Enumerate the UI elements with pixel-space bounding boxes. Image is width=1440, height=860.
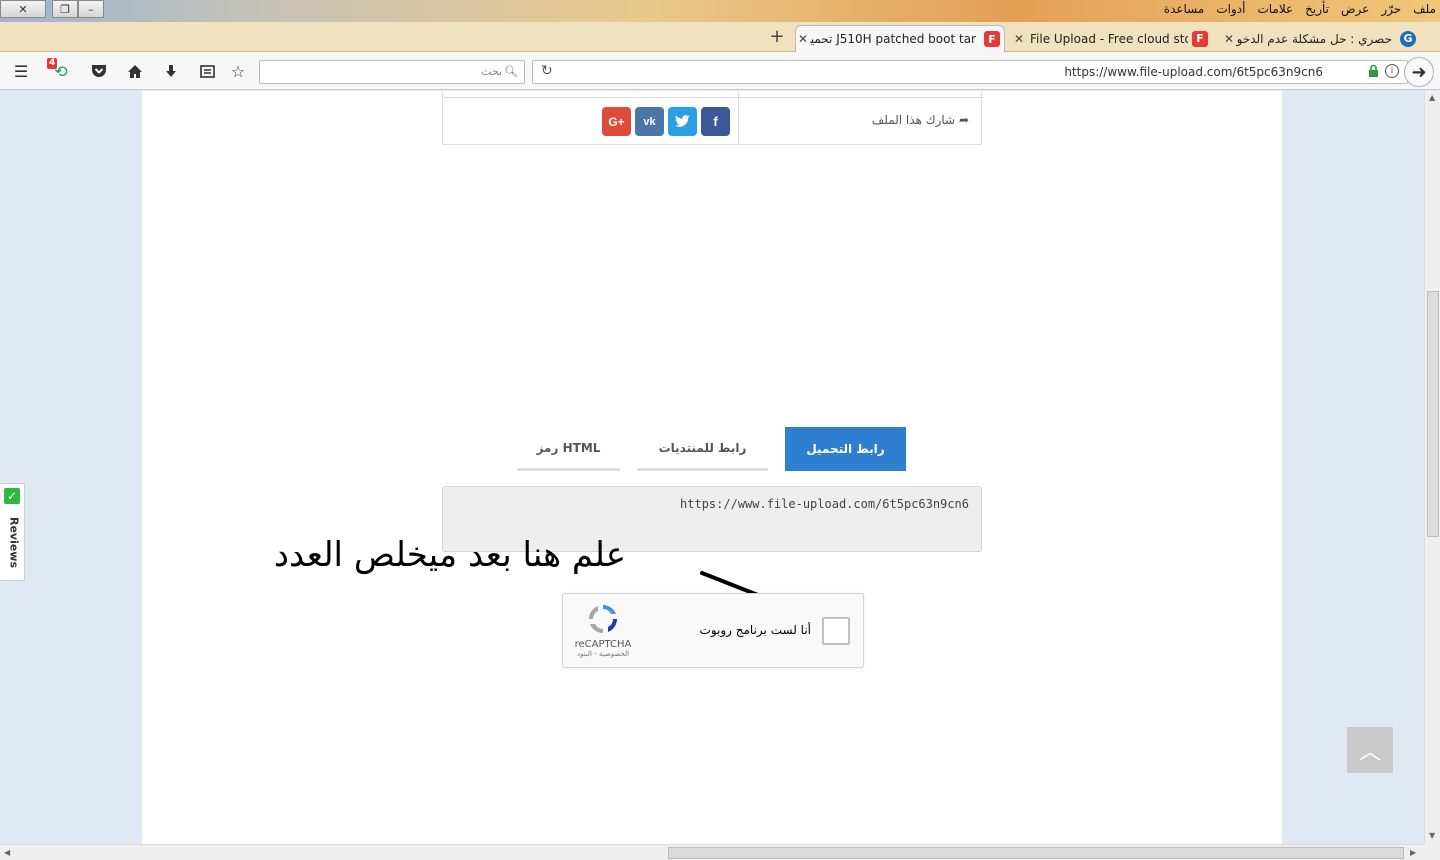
check-icon: ✓	[4, 488, 20, 504]
share-arrow-icon: ➦	[958, 113, 969, 127]
pocket-icon[interactable]	[89, 61, 109, 81]
menu-view[interactable]: عرض	[1341, 2, 1369, 16]
fileupload-favicon-icon: F	[1192, 30, 1208, 47]
tab-label: حصري : حل مشكلة عدم الدخول ...	[1236, 31, 1392, 46]
horizontal-scroll-thumb[interactable]	[668, 847, 1404, 859]
title-bar: ✕ ❐ – ملف حرّر عرض تأريخ علامات أدوات مس…	[0, 0, 1440, 22]
search-icon: 🔍︎	[504, 65, 518, 78]
new-tab-button[interactable]: +	[768, 26, 786, 48]
scrollbar-corner	[1424, 844, 1440, 860]
tab-forums-link[interactable]: رابط للمنتديات	[637, 427, 768, 471]
tab-html-code[interactable]: رمز HTML	[517, 427, 620, 471]
chevron-up-icon: ︿	[1358, 740, 1381, 765]
menu-tools[interactable]: أدوات	[1216, 2, 1245, 16]
reader-icon[interactable]	[197, 61, 217, 81]
share-box: ➦ شارك هذا الملف f vk G+	[442, 91, 983, 145]
scroll-down-arrow-icon[interactable]: ▼	[1429, 831, 1435, 840]
share-box-divider	[738, 91, 739, 145]
menu-bar: ملف حرّر عرض تأريخ علامات أدوات مساعدة	[1164, 2, 1436, 16]
recaptcha-checkbox[interactable]	[822, 617, 850, 645]
restore-window-button[interactable]: ❐	[52, 0, 78, 18]
recaptcha-logo: reCAPTCHA الخصوصية - البنود	[573, 602, 633, 658]
recaptcha-widget: أنا لست برنامج روبوت reCAPTCHA الخصوصية …	[562, 593, 864, 668]
url-text: https://www.file-upload.com/6t5pc63n9cn6	[1064, 65, 1323, 79]
twitter-share-button[interactable]	[668, 107, 697, 136]
addon-icon[interactable]: 4 ⟲	[47, 58, 71, 81]
tab-strip: G حصري : حل مشكلة عدم الدخول ... ✕ ✕ Fil…	[0, 22, 1440, 52]
scroll-to-top-button[interactable]: ︿	[1347, 727, 1393, 773]
tab-label: J510H patched boot tar تحميل	[810, 32, 976, 46]
tab-1[interactable]: G حصري : حل مشكلة عدم الدخول ... ✕	[1222, 25, 1420, 52]
share-label-text: شارك هذا الملف	[871, 113, 956, 127]
tab-close-icon[interactable]: ✕	[796, 32, 810, 46]
tab-close-icon[interactable]: ✕	[1012, 32, 1026, 46]
page-viewport: ➦ شارك هذا الملف f vk G+ رابط التحميل را…	[0, 91, 1424, 844]
menu-file[interactable]: ملف	[1413, 2, 1436, 16]
facebook-share-button[interactable]: f	[701, 107, 730, 136]
reviews-label: Reviews	[7, 516, 21, 569]
horizontal-scrollbar[interactable]: ◀ ▶	[0, 844, 1424, 860]
star-icon[interactable]: ☆	[228, 61, 248, 81]
handwritten-annotation: علم هنا بعد ميخلص العدد	[273, 535, 626, 575]
page-container: ➦ شارك هذا الملف f vk G+ رابط التحميل را…	[142, 91, 1393, 844]
share-label: ➦ شارك هذا الملف	[872, 113, 969, 127]
recaptcha-icon	[589, 605, 617, 633]
link-value: https://www.file-upload.com/6t5pc63n9cn6	[680, 497, 969, 511]
go-arrow-icon[interactable]: ➜	[1404, 57, 1434, 87]
menu-bookmarks[interactable]: علامات	[1257, 2, 1293, 16]
vertical-scroll-thumb[interactable]	[1427, 291, 1439, 537]
download-icon[interactable]	[161, 61, 181, 81]
tab-download-link[interactable]: رابط التحميل	[785, 427, 906, 471]
menu-icon[interactable]: ☰	[11, 61, 31, 81]
menu-help[interactable]: مساعدة	[1164, 2, 1205, 16]
reviews-widget[interactable]: ✓ Reviews	[0, 483, 25, 581]
recaptcha-privacy-link[interactable]: الخصوصية - البنود	[573, 650, 633, 658]
tab-3-active[interactable]: ✕ J510H patched boot tar تحميل F	[795, 25, 1005, 52]
info-icon[interactable]: i	[1385, 64, 1399, 78]
googleplus-share-button[interactable]: G+	[602, 107, 631, 136]
search-input[interactable]: بحث 🔍︎	[259, 60, 525, 84]
home-icon[interactable]	[125, 61, 145, 81]
search-placeholder: بحث	[481, 65, 502, 78]
url-bar[interactable]: ↻ https://www.file-upload.com/6t5pc63n9c…	[532, 60, 1408, 84]
addon-badge: 4	[47, 58, 58, 69]
lock-icon	[1368, 64, 1379, 81]
tab-label: File Upload - Free cloud stora	[1030, 31, 1188, 46]
menu-history[interactable]: تأريخ	[1305, 2, 1329, 16]
vertical-scrollbar[interactable]: ▲ ▼	[1424, 91, 1440, 844]
scroll-up-arrow-icon[interactable]: ▲	[1429, 93, 1435, 102]
reload-icon[interactable]: ↻	[541, 63, 553, 79]
scroll-left-arrow-icon[interactable]: ◀	[4, 848, 10, 857]
fileupload-favicon-icon: F	[984, 31, 1000, 47]
tab-favicon-icon: G	[1400, 30, 1416, 47]
recaptcha-label: أنا لست برنامج روبوت	[699, 623, 811, 637]
recaptcha-brand: reCAPTCHA	[574, 639, 632, 650]
minimize-window-button[interactable]: –	[78, 0, 104, 18]
menu-edit[interactable]: حرّر	[1381, 2, 1401, 16]
tab-close-icon[interactable]: ✕	[1222, 32, 1236, 46]
vk-share-button[interactable]: vk	[635, 107, 664, 136]
share-box-rule	[443, 97, 983, 98]
nav-toolbar: ☰ 4 ⟲ ☆ بحث 🔍︎ ↻ https://www.file-upload.…	[0, 52, 1440, 90]
scroll-right-arrow-icon[interactable]: ▶	[1410, 848, 1416, 857]
close-window-button[interactable]: ✕	[0, 0, 46, 18]
tab-2[interactable]: ✕ File Upload - Free cloud stora F	[1012, 25, 1212, 52]
